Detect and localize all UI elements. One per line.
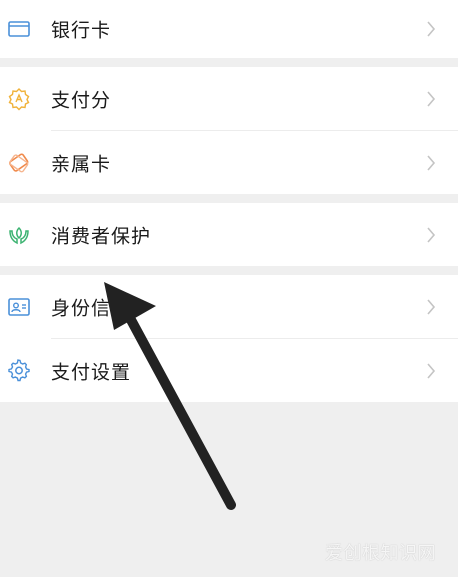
section-gap [0, 194, 458, 203]
family-card-label: 亲属卡 [51, 153, 112, 175]
payscore-badge-icon [7, 87, 31, 111]
gear-icon [7, 358, 31, 383]
consumer-protection-label: 消费者保护 [51, 225, 152, 247]
bank-card-label: 银行卡 [51, 19, 112, 42]
group-protection: 消费者保护 [0, 203, 458, 266]
menu-item-consumer-protection[interactable]: 消费者保护 [0, 203, 458, 266]
identity-info-label: 身份信 [51, 297, 112, 319]
id-card-icon [7, 295, 31, 319]
chevron-right-icon [426, 362, 436, 380]
section-gap [0, 266, 458, 275]
menu-item-payment-settings[interactable]: 支付设置 [0, 339, 458, 402]
menu-item-payscore[interactable]: 支付分 [0, 67, 458, 130]
group-identity: 身份信 支付设置 [0, 275, 458, 402]
menu-item-family-card[interactable]: 亲属卡 [0, 131, 458, 194]
chevron-right-icon [426, 90, 436, 108]
payscore-label: 支付分 [51, 89, 112, 111]
payment-settings-label: 支付设置 [51, 361, 132, 383]
section-gap [0, 58, 458, 67]
card-icon [7, 17, 31, 41]
menu-item-identity-info[interactable]: 身份信 [0, 275, 458, 338]
menu-item-bank-card[interactable]: 银行卡 [0, 0, 458, 58]
chevron-right-icon [426, 226, 436, 244]
watermark: 爱创根知识网 [325, 543, 436, 564]
group-payscore: 支付分 亲属卡 [0, 67, 458, 194]
settings-list: 银行卡 支付分 亲属卡 消费者保护 身份信 支付设置 [0, 0, 458, 402]
hands-leaf-icon [7, 223, 31, 247]
chevron-right-icon [426, 298, 436, 316]
chevron-right-icon [426, 20, 436, 38]
group-bank: 银行卡 [0, 0, 458, 58]
family-card-icon [7, 151, 31, 175]
chevron-right-icon [426, 154, 436, 172]
